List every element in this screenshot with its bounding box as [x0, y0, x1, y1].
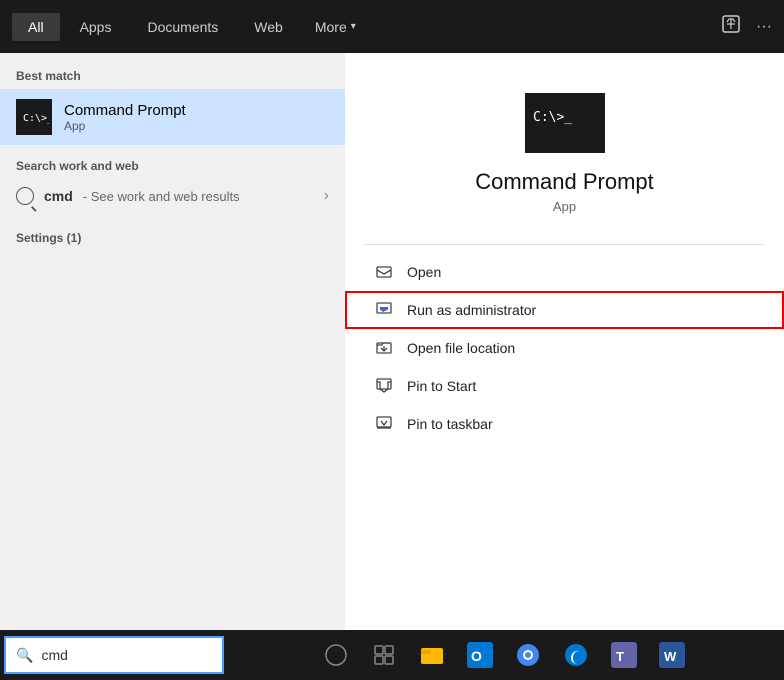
action-open-label: Open	[407, 264, 441, 280]
settings-section: Settings (1)	[0, 217, 345, 251]
taskbar-search-icon: 🔍	[16, 647, 33, 664]
task-view-button[interactable]	[364, 635, 404, 675]
best-match-text: Command Prompt App	[64, 102, 186, 133]
chrome-icon[interactable]	[508, 635, 548, 675]
cmd-icon: C:\>_	[16, 99, 52, 135]
action-run-as-admin-label: Run as administrator	[407, 302, 536, 318]
shield-icon	[375, 301, 393, 319]
search-query: cmd	[44, 188, 73, 204]
nav-tab-documents[interactable]: Documents	[131, 13, 234, 41]
action-pin-taskbar-label: Pin to taskbar	[407, 416, 493, 432]
nav-right-icons: ···	[722, 15, 772, 38]
action-open-file-location[interactable]: Open file location	[345, 329, 784, 367]
action-open-file-location-label: Open file location	[407, 340, 515, 356]
edge-icon[interactable]	[556, 635, 596, 675]
app-actions: Open Run as administrator	[345, 245, 784, 451]
search-icon	[16, 187, 34, 205]
folder-icon	[375, 339, 393, 357]
settings-label: Settings (1)	[16, 231, 329, 245]
teams-icon[interactable]: T	[604, 635, 644, 675]
word-icon[interactable]: W	[652, 635, 692, 675]
nav-tab-all[interactable]: All	[12, 13, 60, 41]
best-match-subtitle: App	[64, 119, 186, 133]
svg-text:W: W	[664, 649, 677, 664]
search-web-section: Search work and web cmd - See work and w…	[0, 145, 345, 217]
search-box[interactable]: 🔍 cmd	[4, 636, 224, 674]
search-web-label: Search work and web	[16, 159, 329, 173]
action-run-as-admin[interactable]: Run as administrator	[345, 291, 784, 329]
action-pin-start[interactable]: Pin to Start	[345, 367, 784, 405]
nav-more-button[interactable]: More ▾	[303, 13, 368, 41]
outlook-icon[interactable]: O	[460, 635, 500, 675]
svg-text:C:\>_: C:\>_	[23, 113, 49, 124]
more-label: More	[315, 19, 347, 35]
search-desc: - See work and web results	[83, 189, 240, 204]
best-match-title: Command Prompt	[64, 102, 186, 119]
app-icon-large: C:\>_	[525, 93, 605, 153]
pin-taskbar-icon	[375, 415, 393, 433]
taskbar-center: O T W	[316, 635, 692, 675]
taskbar: 🔍 cmd	[0, 630, 784, 680]
app-detail-type: App	[553, 199, 576, 214]
person-icon[interactable]	[722, 15, 740, 38]
best-match-label: Best match	[0, 65, 345, 89]
search-area: Best match C:\>_ Command Prompt App Sear…	[0, 53, 784, 670]
action-pin-start-label: Pin to Start	[407, 378, 476, 394]
right-panel: C:\>_ Command Prompt App Open	[345, 53, 784, 670]
left-panel: Best match C:\>_ Command Prompt App Sear…	[0, 53, 345, 670]
app-detail-top: C:\>_ Command Prompt App	[345, 53, 784, 244]
search-web-item[interactable]: cmd - See work and web results ›	[16, 181, 329, 211]
taskbar-search-text: cmd	[41, 647, 67, 663]
svg-text:O: O	[471, 648, 482, 664]
start-button[interactable]	[316, 635, 356, 675]
pin-start-icon	[375, 377, 393, 395]
top-nav: All Apps Documents Web More ▾ ···	[0, 0, 784, 53]
file-explorer-icon[interactable]	[412, 635, 452, 675]
open-icon	[375, 263, 393, 281]
nav-tab-web[interactable]: Web	[238, 13, 299, 41]
best-match-item[interactable]: C:\>_ Command Prompt App	[0, 89, 345, 145]
action-pin-taskbar[interactable]: Pin to taskbar	[345, 405, 784, 443]
svg-text:T: T	[616, 649, 624, 664]
chevron-down-icon: ▾	[351, 21, 356, 32]
arrow-icon: ›	[324, 187, 329, 205]
ellipsis-icon[interactable]: ···	[756, 18, 772, 36]
svg-text:C:\>_: C:\>_	[533, 110, 572, 125]
action-open[interactable]: Open	[345, 253, 784, 291]
nav-tab-apps[interactable]: Apps	[64, 13, 128, 41]
app-detail-name: Command Prompt	[475, 169, 654, 195]
